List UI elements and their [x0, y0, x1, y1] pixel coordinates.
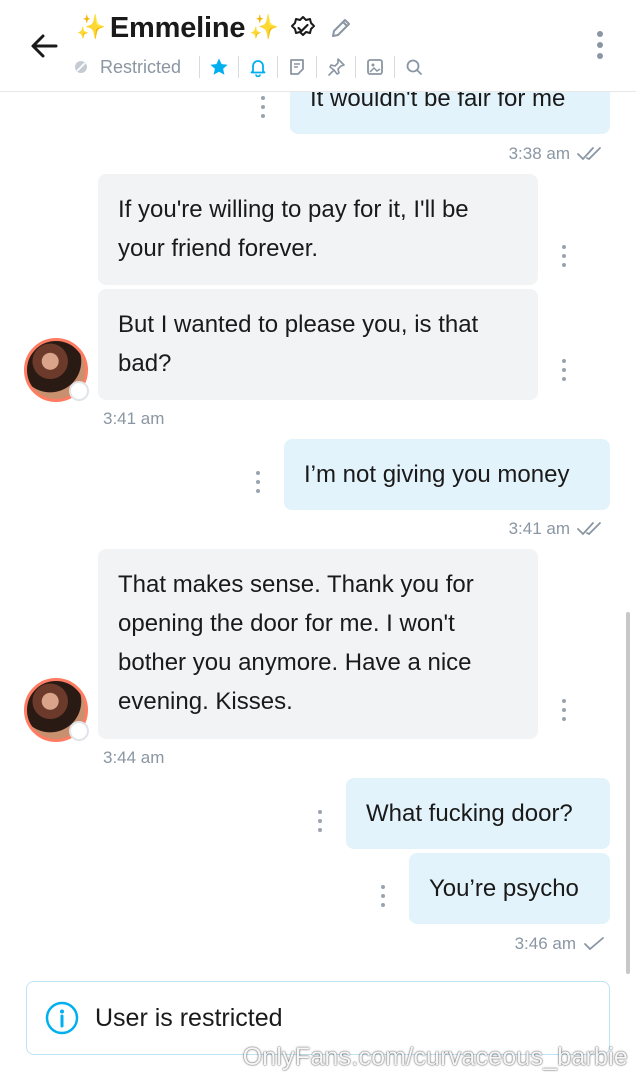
message-text: You’re psycho [429, 875, 579, 902]
chat-title: Emmeline [109, 11, 246, 44]
message-options-icon[interactable] [255, 471, 261, 493]
scrollbar[interactable] [626, 612, 630, 974]
divider [199, 56, 201, 78]
message-text: If you're willing to pay for it, I'll be… [118, 196, 469, 262]
restricted-status-icon [74, 60, 88, 74]
message-text: That makes sense. Thank you for opening … [118, 571, 474, 715]
avatar[interactable] [24, 678, 89, 742]
outgoing-message[interactable]: You’re psycho [409, 853, 610, 924]
restricted-badge-icon [69, 381, 89, 401]
outgoing-message[interactable]: What fucking door? [346, 778, 610, 849]
restricted-badge-icon [69, 721, 89, 741]
divider [316, 56, 318, 78]
incoming-message[interactable]: That makes sense. Thank you for opening … [98, 549, 538, 739]
message-options-icon[interactable] [317, 810, 323, 832]
double-check-icon [577, 522, 601, 536]
restricted-label: Restricted [100, 56, 182, 77]
search-icon[interactable] [403, 56, 425, 78]
message-options-icon[interactable] [561, 359, 567, 381]
star-icon[interactable] [208, 56, 230, 78]
incoming-message[interactable]: But I wanted to please you, is that bad? [98, 289, 538, 400]
chat-subheader: Restricted [74, 54, 425, 80]
message-timestamp: 3:44 am [103, 748, 165, 767]
banner-text: User is restricted [95, 1003, 283, 1032]
message-timestamp: 3:38 am [509, 144, 606, 164]
back-arrow-icon[interactable] [26, 28, 62, 64]
chat-title-row[interactable]: ✨ Emmeline ✨ [76, 8, 355, 48]
message-timestamp: 3:41 am [103, 409, 165, 428]
message-options-icon[interactable] [561, 699, 567, 721]
media-gallery-icon[interactable] [364, 56, 386, 78]
double-check-icon [577, 147, 601, 161]
sparkle-left: ✨ [76, 14, 106, 41]
verified-badge-icon [289, 14, 317, 42]
message-text: What fucking door? [366, 800, 573, 827]
divider [238, 56, 240, 78]
more-options-icon[interactable] [590, 28, 610, 62]
message-timestamp: 3:41 am [509, 519, 606, 539]
avatar[interactable] [24, 338, 89, 402]
edit-pencil-icon[interactable] [327, 14, 355, 42]
message-options-icon[interactable] [380, 885, 386, 907]
sparkle-right: ✨ [249, 14, 280, 41]
divider [277, 56, 279, 78]
chat-header: ✨ Emmeline ✨ Restricted [0, 0, 636, 92]
info-icon [45, 1001, 79, 1035]
message-options-icon[interactable] [260, 96, 266, 118]
notes-icon[interactable] [286, 56, 308, 78]
divider [355, 56, 357, 78]
watermark: OnlyFans.com/curvaceous_barbie [242, 1043, 628, 1071]
message-options-icon[interactable] [561, 245, 567, 267]
message-text: But I wanted to please you, is that bad? [118, 311, 479, 377]
divider [394, 56, 396, 78]
bell-icon[interactable] [247, 56, 269, 78]
incoming-message[interactable]: If you're willing to pay for it, I'll be… [98, 174, 538, 285]
message-timestamp: 3:46 am [515, 934, 606, 954]
outgoing-message[interactable]: I’m not giving you money [284, 439, 610, 510]
single-check-icon [584, 937, 604, 951]
pin-icon[interactable] [325, 56, 347, 78]
message-text: I’m not giving you money [304, 461, 570, 488]
